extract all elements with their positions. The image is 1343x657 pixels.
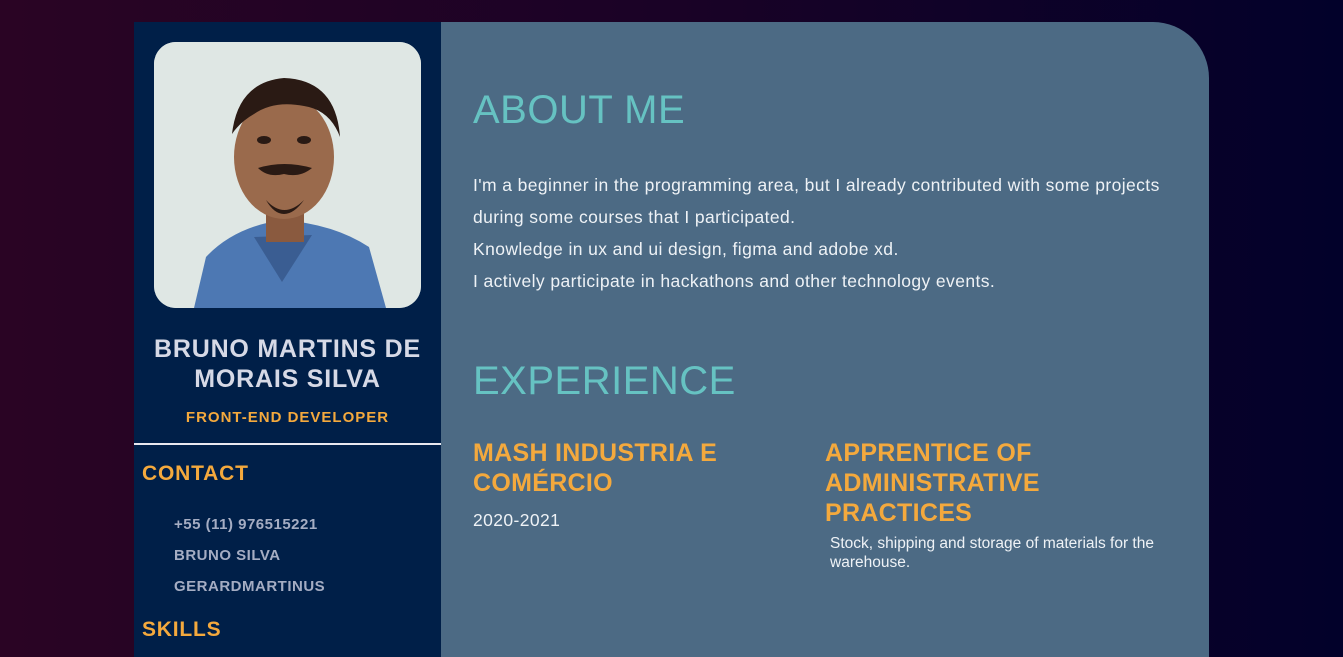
about-line: I'm a beginner in the programming area, … [473, 175, 1160, 227]
job-title: APPRENTICE OF ADMINISTRATIVE PRACTICES [825, 439, 1040, 527]
profile-name: BRUNO MARTINS DE MORAIS SILVA [154, 335, 421, 393]
about-heading: ABOUT ME [473, 88, 686, 132]
contact-list: +55 (11) 976515221 BRUNO SILVA GERARDMAR… [174, 515, 325, 608]
job-dates: 2020-2021 [473, 510, 561, 530]
sidebar-divider [134, 443, 441, 445]
main-content: ABOUT ME I'm a beginner in the programmi… [441, 22, 1209, 657]
sidebar: BRUNO MARTINS DE MORAIS SILVA FRONT-END … [134, 22, 441, 657]
contact-phone-link[interactable]: +55 (11) 976515221 [174, 515, 325, 546]
resume-card: BRUNO MARTINS DE MORAIS SILVA FRONT-END … [134, 22, 1209, 657]
about-line: I actively participate in hackathons and… [473, 271, 996, 291]
profile-photo [154, 42, 421, 308]
about-text: I'm a beginner in the programming area, … [473, 169, 1193, 297]
contact-username-link[interactable]: GERARDMARTINUS [174, 577, 325, 608]
about-line: Knowledge in ux and ui design, figma and… [473, 239, 899, 259]
contact-heading: CONTACT [142, 462, 249, 485]
contact-name-link[interactable]: BRUNO SILVA [174, 546, 325, 577]
job-title: MASH INDUSTRIA E COMÉRCIO [473, 439, 718, 497]
person-portrait-icon [154, 42, 421, 308]
skills-heading: SKILLS [142, 618, 222, 641]
profile-role: FRONT-END DEVELOPER [185, 409, 390, 426]
experience-heading: EXPERIENCE [473, 359, 736, 403]
job-description: Stock, shipping and storage of materials… [830, 535, 1154, 571]
